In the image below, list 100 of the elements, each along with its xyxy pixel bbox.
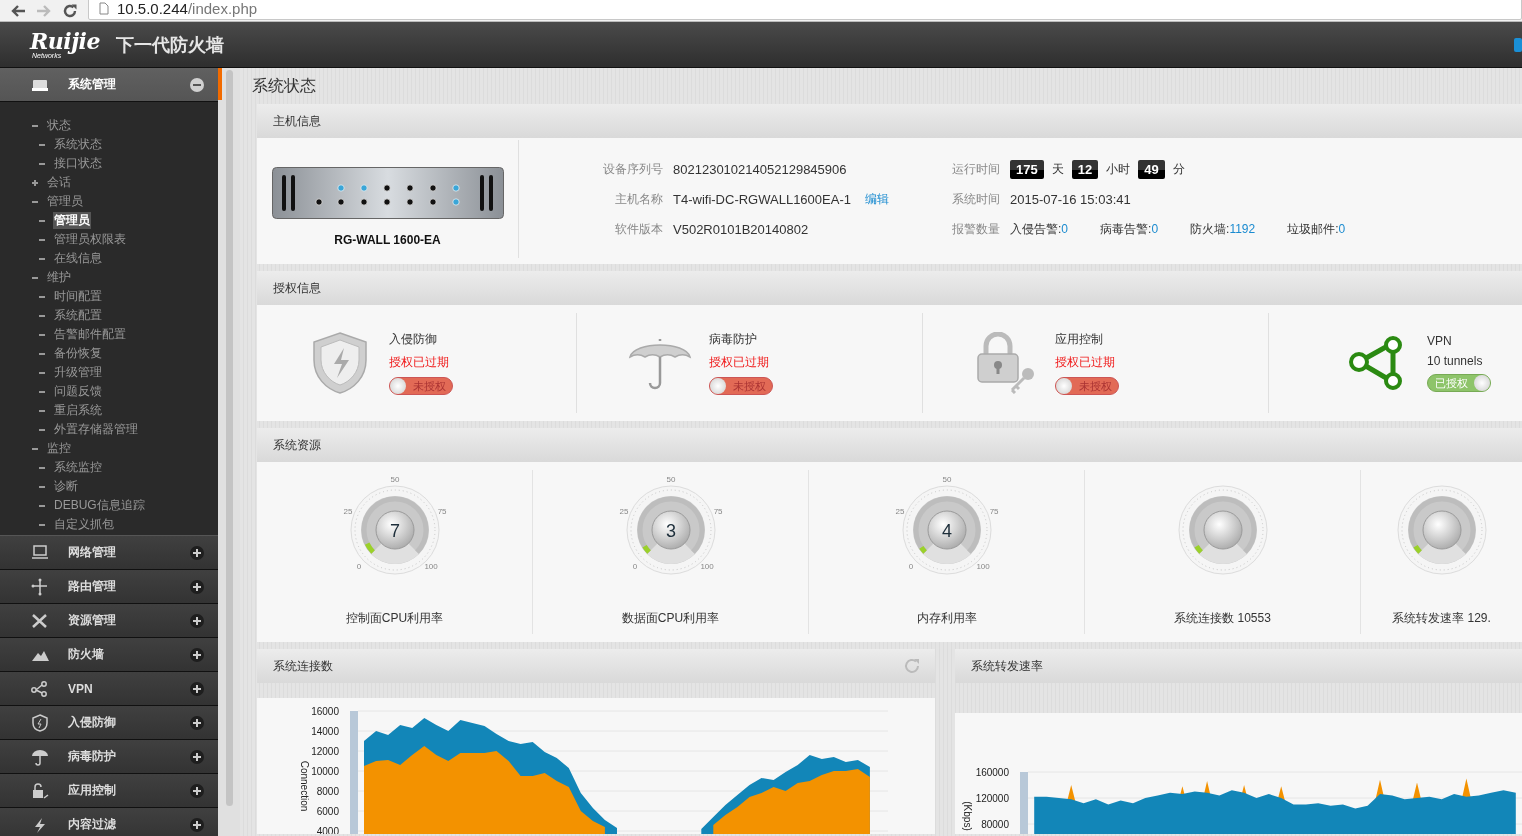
uptime-counter: 175: [1010, 159, 1044, 179]
tree-item[interactable]: 在线信息: [0, 249, 218, 268]
menu-section[interactable]: 网络管理: [0, 536, 218, 570]
alert-count[interactable]: 1192: [1229, 222, 1256, 236]
gauge-tick-label: 50: [390, 475, 399, 484]
license-status: 授权已过期: [389, 354, 450, 371]
tree-item[interactable]: 系统监控: [0, 458, 218, 477]
field-label: 设备序列号: [603, 160, 663, 178]
tree-item[interactable]: 会话: [0, 173, 218, 192]
tree-item[interactable]: 外置存储器管理: [0, 420, 218, 439]
gauge-tick-label: 0: [908, 562, 913, 572]
license-name: 病毒防护: [709, 331, 758, 348]
reload-icon: [62, 2, 78, 19]
gauge-value: 7: [389, 521, 400, 541]
edit-link[interactable]: 编辑: [864, 190, 889, 208]
page-title: 系统状态: [252, 76, 317, 96]
tree-item[interactable]: 状态: [0, 116, 218, 135]
tree-item[interactable]: 维护: [0, 268, 218, 287]
alert-label: 病毒告警:: [1100, 220, 1152, 238]
tree-item[interactable]: 管理员: [0, 192, 218, 211]
expand-icon[interactable]: [190, 647, 204, 662]
expand-icon[interactable]: [190, 715, 204, 730]
tree-item[interactable]: 诊断: [0, 477, 218, 496]
panel-title: 授权信息: [273, 279, 322, 297]
field-label: 主机名称: [614, 190, 663, 208]
menu-section[interactable]: 病毒防护: [0, 740, 218, 774]
address-bar[interactable]: 10.5.0.244/index.php: [88, 0, 1522, 20]
axis-tick-label: 4000: [316, 825, 339, 834]
axis-tick-label: 16000: [311, 705, 339, 717]
field-label: 运行时间: [951, 160, 1000, 178]
tree-item[interactable]: 监控: [0, 439, 218, 458]
axis-tick-label: 120000: [975, 792, 1009, 804]
tree-item[interactable]: 重启系统: [0, 401, 218, 420]
alert-count[interactable]: 0: [1061, 222, 1069, 236]
axis-tick-label: 160000: [975, 766, 1009, 778]
alert-count[interactable]: 0: [1338, 222, 1346, 236]
gauge-tick-label: 50: [942, 475, 951, 484]
tree-item[interactable]: 系统配置: [0, 306, 218, 325]
panel-title: 系统转发速率: [971, 657, 1044, 675]
field-label: 软件版本: [614, 220, 663, 238]
tree-item[interactable]: 接口状态: [0, 154, 218, 173]
field-label: 报警数量: [951, 220, 1000, 238]
page-icon: [99, 2, 109, 15]
axis-tick-label: 6000: [316, 805, 339, 817]
expand-icon[interactable]: [190, 579, 204, 594]
menu-section[interactable]: 路由管理: [0, 570, 218, 604]
gauge-value: 4: [941, 521, 952, 541]
field-value: V502R0101B20140802: [673, 221, 809, 237]
gauge-tick-label: 100: [423, 562, 438, 572]
tree-item[interactable]: 自定义抓包: [0, 515, 218, 534]
alert-label: 垃圾邮件:: [1287, 220, 1339, 238]
expand-icon: [32, 178, 38, 187]
tree-item[interactable]: 时间配置: [0, 287, 218, 306]
menu-section[interactable]: VPN: [0, 672, 218, 706]
axis-tick-label: 14000: [311, 725, 339, 737]
tree-item[interactable]: DEBUG信息追踪: [0, 496, 218, 515]
tree-item[interactable]: 系统状态: [0, 135, 218, 154]
gauge-label: 内存利用率: [916, 610, 977, 627]
menu-section[interactable]: 资源管理: [0, 604, 218, 638]
window-icon: [1514, 37, 1522, 52]
alert-count[interactable]: 0: [1151, 222, 1159, 236]
gauge-tick-label: 25: [894, 506, 904, 516]
expand-icon[interactable]: [190, 545, 204, 560]
uptime-unit: 小时: [1106, 160, 1131, 178]
tree-item[interactable]: 告警邮件配置: [0, 325, 218, 344]
gauge-tick-label: 100: [975, 562, 990, 572]
license-status: 授权已过期: [709, 354, 770, 371]
menu-section[interactable]: 入侵防御: [0, 706, 218, 740]
menu-section[interactable]: 系统管理: [0, 68, 218, 102]
tree-item[interactable]: 备份恢复: [0, 344, 218, 363]
gauge-label: 数据面CPU利用率: [621, 610, 720, 627]
device-model: RG-WALL 1600-EA: [334, 233, 441, 247]
menu-section[interactable]: 内容过滤: [0, 808, 218, 836]
gauge-tick-label: 75: [713, 506, 723, 516]
expand-icon[interactable]: [190, 817, 204, 832]
license-status: 授权已过期: [1055, 354, 1116, 371]
axis-tick-label: 10000: [311, 765, 339, 777]
axis-bar: [1020, 772, 1028, 834]
alert-label: 防火墙:: [1190, 220, 1230, 238]
tree-item[interactable]: 问题反馈: [0, 382, 218, 401]
menu-section[interactable]: 应用控制: [0, 774, 218, 808]
refresh-icon: [903, 657, 921, 675]
license-name: 应用控制: [1055, 331, 1104, 348]
tree-item[interactable]: 升级管理: [0, 363, 218, 382]
expand-icon[interactable]: [190, 613, 204, 628]
tree-item[interactable]: 管理员: [0, 211, 218, 230]
tree-item[interactable]: 管理员权限表: [0, 230, 218, 249]
axis-title: Connection: [299, 760, 310, 812]
expand-icon[interactable]: [190, 749, 204, 764]
expand-icon[interactable]: [190, 681, 204, 696]
scrollbar[interactable]: [226, 70, 233, 806]
gauge-tick-label: 75: [989, 506, 999, 516]
gauge-label: 系统转发速率 129.: [1392, 610, 1491, 627]
gauge-tick-label: 0: [632, 562, 637, 572]
menu-section[interactable]: 防火墙: [0, 638, 218, 672]
gauge-tick-label: 75: [437, 506, 447, 516]
field-value: T4-wifi-DC-RGWALL1600EA-1: [673, 191, 851, 207]
license-status: 10 tunnels: [1427, 354, 1484, 368]
collapse-icon[interactable]: [190, 77, 204, 92]
expand-icon[interactable]: [190, 783, 204, 798]
